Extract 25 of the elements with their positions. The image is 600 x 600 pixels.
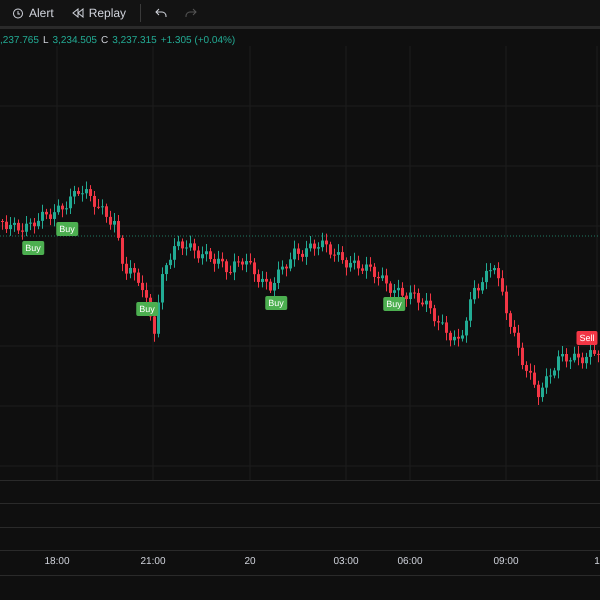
buy-signal: Buy — [136, 302, 158, 316]
buy-signal: Buy — [22, 241, 44, 255]
high-value: ,237.765 — [0, 35, 39, 46]
time-label: 09:00 — [493, 556, 519, 567]
rewind-icon — [72, 8, 84, 18]
alarm-icon — [12, 7, 24, 19]
replay-button[interactable]: Replay — [68, 4, 130, 22]
close-label: C — [101, 35, 108, 46]
buy-signal: Buy — [56, 222, 78, 236]
close-value: 3,237.315 — [112, 35, 157, 46]
time-label: 03:00 — [333, 556, 359, 567]
buy-signal: Buy — [265, 296, 287, 310]
redo-icon — [185, 8, 198, 18]
time-label: 21:00 — [140, 556, 166, 567]
low-value: 3,234.505 — [52, 35, 97, 46]
time-label: 1 — [594, 556, 600, 567]
sell-signal: Sell — [576, 331, 598, 345]
time-label: 20 — [244, 556, 256, 567]
change-value: +1.305 (+0.04%) — [160, 35, 236, 46]
low-label: L — [42, 35, 48, 46]
time-label: 18:00 — [44, 556, 70, 567]
buy-signal: Buy — [383, 297, 405, 311]
alert-button[interactable]: Alert — [8, 4, 58, 22]
undo-icon — [155, 8, 168, 18]
time-label: 06:00 — [397, 556, 423, 567]
